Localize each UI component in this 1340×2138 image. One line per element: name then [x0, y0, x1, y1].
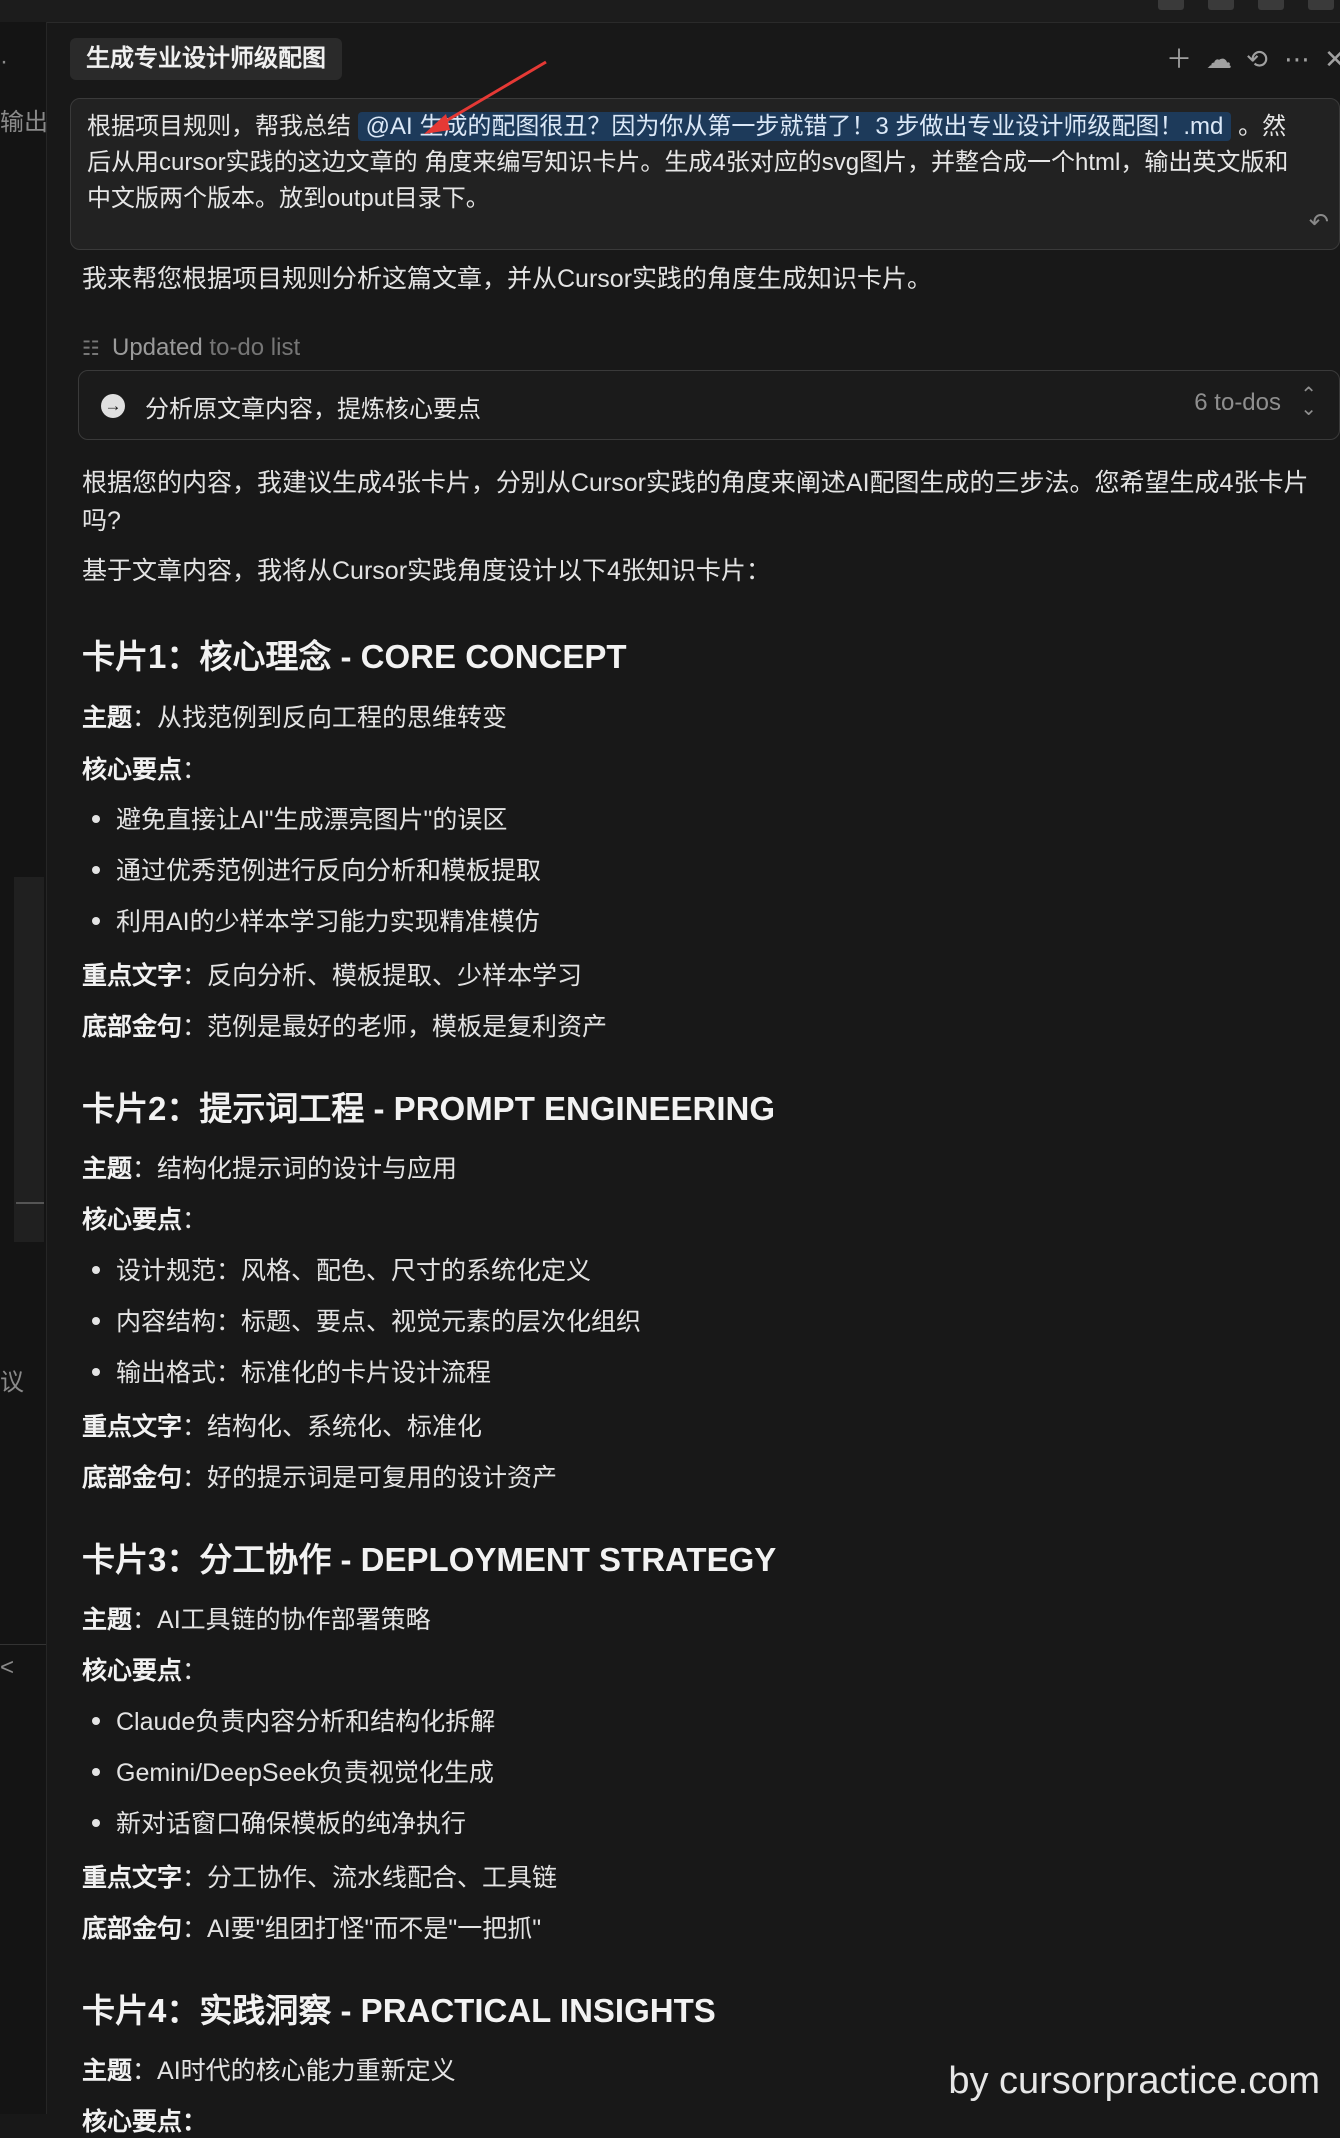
left-fragment: 议 [0, 1369, 24, 1396]
theme-value: ：AI工具链的协作部署策略 [132, 1606, 431, 1634]
card-4-points-label: 核心要点： [82, 2102, 207, 2138]
left-fragment: 输出 [0, 109, 47, 136]
keywords-label: 重点文字 [82, 962, 183, 990]
card-1-heading: 卡片1：核心理念 - CORE CONCEPT [82, 638, 627, 675]
list-item: 利用AI的少样本学习能力实现精准模仿 [82, 902, 540, 938]
user-message-before: 根据项目规则，帮我总结 [87, 113, 358, 140]
editor-pane-left: · 输出 议 < [0, 22, 47, 2114]
card-1-keywords: 重点文字：反向分析、模板提取、少样本学习 [82, 956, 582, 992]
card-1-theme: 主题：从找范例到反向工程的思维转变 [82, 698, 507, 734]
list-item: Claude负责内容分析和结构化拆解 [82, 1702, 495, 1738]
layout-icon[interactable] [1158, 0, 1184, 10]
plus-icon[interactable]: ＋ [1164, 44, 1194, 74]
settings-icon[interactable] [1308, 0, 1334, 10]
theme-value: ：结构化提示词的设计与应用 [132, 1155, 458, 1183]
more-icon[interactable]: ⋯ [1282, 44, 1312, 74]
card-4-heading: 卡片4：实践洞察 - PRACTICAL INSIGHTS [82, 1992, 716, 2029]
theme-value: ：AI时代的核心能力重新定义 [132, 2057, 456, 2085]
watermark: by cursorpractice.com [948, 2060, 1320, 2102]
scroll-thumb[interactable] [16, 1202, 44, 1204]
todo-count: 6 to-dos [1194, 389, 1281, 416]
list-item-text: Gemini/DeepSeek负责视觉化生成 [116, 1759, 494, 1787]
keywords-value: ：结构化、系统化、标准化 [182, 1413, 483, 1441]
theme-label: 主题 [82, 1606, 133, 1634]
divider [0, 1644, 46, 1645]
theme-label: 主题 [82, 1155, 133, 1183]
sidebar-icon[interactable] [1258, 0, 1284, 10]
quote-value: ：AI要"组团打怪"而不是"一把抓" [182, 1915, 542, 1943]
left-fragment: · [0, 48, 8, 75]
cloud-icon[interactable]: ☁ [1204, 44, 1234, 74]
keywords-label: 重点文字 [82, 1413, 183, 1441]
card-2-heading: 卡片2：提示词工程 - PROMPT ENGINEERING [82, 1090, 776, 1127]
panel-icon[interactable] [1208, 0, 1234, 10]
close-icon[interactable]: ✕ [1320, 44, 1340, 74]
card-3-keywords: 重点文字：分工协作、流水线配合、工具链 [82, 1858, 557, 1894]
paragraph-1: 根据您的内容，我建议生成4张卡片，分别从Cursor实践的角度来阐述AI配图生成… [82, 469, 1309, 535]
points-label: 核心要点 [82, 756, 183, 784]
list-item-text: 避免直接让AI"生成漂亮图片"的误区 [116, 806, 508, 834]
arrow-right-icon: → [101, 394, 125, 418]
card-3-points-label: 核心要点： [82, 1657, 208, 1685]
updated-target: to-do list [209, 334, 301, 361]
list-item: 设计规范：风格、配色、尺寸的系统化定义 [82, 1251, 591, 1287]
card-1-quote: 底部金句：范例是最好的老师，模板是复利资产 [82, 1007, 607, 1043]
card-3-heading: 卡片3：分工协作 - DEPLOYMENT STRATEGY [82, 1541, 777, 1578]
user-message-box[interactable]: 根据项目规则，帮我总结 @AI 生成的配图很丑？因为你从第一步就错了！3 步做出… [70, 98, 1340, 250]
reply-intro: 我来帮您根据项目规则分析这篇文章，并从Cursor实践的角度生成知识卡片。 [82, 265, 933, 293]
card-1-points-label: 核心要点： [82, 756, 208, 784]
points-label: 核心要点： [82, 2108, 208, 2136]
scroll-track[interactable] [14, 877, 44, 1242]
chat-header: 生成专业设计师级配图 ＋ ☁ ⟲ ⋯ ✕ [70, 38, 1340, 88]
list-icon: ☷ [82, 338, 100, 360]
card-3-quote: 底部金句：AI要"组团打怪"而不是"一把抓" [82, 1909, 541, 1945]
quote-value: ：好的提示词是可复用的设计资产 [182, 1464, 558, 1492]
list-item-text: Claude负责内容分析和结构化拆解 [116, 1708, 496, 1736]
todo-current-label: 分析原文章内容，提炼核心要点 [145, 396, 481, 423]
quote-label: 底部金句 [82, 1915, 183, 1943]
user-message-text: 根据项目规则，帮我总结 @AI 生成的配图很丑？因为你从第一步就错了！3 步做出… [87, 109, 1307, 217]
theme-label: 主题 [82, 704, 133, 732]
list-item-text: 输出格式：标准化的卡片设计流程 [116, 1359, 492, 1387]
revert-icon[interactable]: ↶ [1309, 208, 1329, 237]
updated-todo-status: ☷ Updated to-do list [82, 334, 300, 362]
window-top-strip [0, 0, 1340, 23]
chat-panel: 生成专业设计师级配图 ＋ ☁ ⟲ ⋯ ✕ 根据项目规则，帮我总结 @AI 生成的… [46, 22, 1340, 2136]
list-item: 内容结构：标题、要点、视觉元素的层次化组织 [82, 1302, 641, 1338]
chat-tab-title[interactable]: 生成专业设计师级配图 [70, 38, 342, 80]
list-item: Gemini/DeepSeek负责视觉化生成 [82, 1753, 494, 1789]
card-2-theme: 主题：结构化提示词的设计与应用 [82, 1149, 457, 1185]
list-item: 通过优秀范例进行反向分析和模板提取 [82, 851, 541, 887]
history-icon[interactable]: ⟲ [1242, 44, 1272, 74]
card-3-theme: 主题：AI工具链的协作部署策略 [82, 1600, 431, 1636]
list-item-text: 设计规范：风格、配色、尺寸的系统化定义 [116, 1257, 592, 1285]
card-2-points-label: 核心要点： [82, 1206, 208, 1234]
chevron-up-down-icon[interactable]: ⌃ ⌄ [1300, 385, 1317, 419]
list-item: 输出格式：标准化的卡片设计流程 [82, 1353, 491, 1389]
list-item: 避免直接让AI"生成漂亮图片"的误区 [82, 800, 507, 836]
keywords-label: 重点文字 [82, 1864, 183, 1892]
quote-label: 底部金句 [82, 1013, 183, 1041]
paragraph-2: 基于文章内容，我将从Cursor实践角度设计以下4张知识卡片： [82, 557, 771, 585]
list-item-text: 内容结构：标题、要点、视觉元素的层次化组织 [116, 1308, 642, 1336]
keywords-value: ：分工协作、流水线配合、工具链 [182, 1864, 558, 1892]
card-4-theme: 主题：AI时代的核心能力重新定义 [82, 2051, 456, 2087]
points-label: 核心要点 [82, 1657, 183, 1685]
list-item-text: 通过优秀范例进行反向分析和模板提取 [116, 857, 542, 885]
keywords-value: ：反向分析、模板提取、少样本学习 [182, 962, 583, 990]
card-2-keywords: 重点文字：结构化、系统化、标准化 [82, 1407, 482, 1443]
left-fragment: < [0, 1654, 15, 1681]
theme-label: 主题 [82, 2057, 133, 2085]
card-2-quote: 底部金句：好的提示词是可复用的设计资产 [82, 1458, 557, 1494]
quote-value: ：范例是最好的老师，模板是复利资产 [182, 1013, 608, 1041]
list-item: 新对话窗口确保模板的纯净执行 [82, 1804, 466, 1840]
updated-label: Updated [112, 334, 203, 361]
points-label: 核心要点 [82, 1206, 183, 1234]
theme-value: ：从找范例到反向工程的思维转变 [132, 704, 508, 732]
quote-label: 底部金句 [82, 1464, 183, 1492]
list-item-text: 新对话窗口确保模板的纯净执行 [116, 1810, 467, 1838]
todo-widget[interactable]: → 分析原文章内容，提炼核心要点 6 to-dos ⌃ ⌄ [78, 370, 1340, 440]
red-arrow-annotation [424, 60, 547, 134]
list-item-text: 利用AI的少样本学习能力实现精准模仿 [116, 908, 540, 936]
